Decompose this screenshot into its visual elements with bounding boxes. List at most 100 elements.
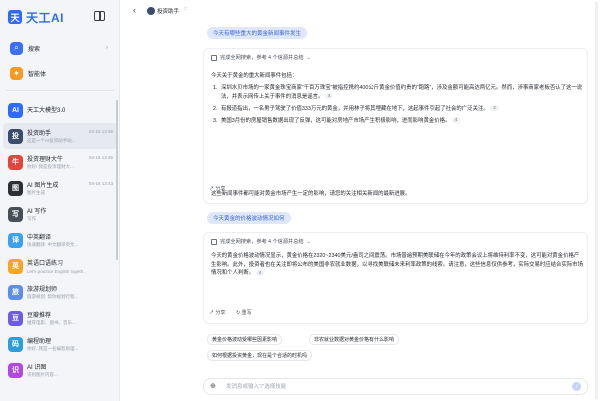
agent-avatar-icon: 写 [8, 206, 23, 222]
message-input[interactable] [226, 379, 556, 394]
quick-agents[interactable]: ✦ 智能体 [6, 63, 114, 83]
history-title: 英语口语练习 [27, 261, 64, 268]
sidebar-history-item[interactable]: 图 AI 图片生成 图片生成 04-16 13:43 [3, 175, 117, 201]
agent-avatar-icon: 码 [8, 336, 23, 352]
history-title: 编程助理 [27, 338, 52, 345]
agent-avatar-icon: 牛 [8, 154, 23, 170]
history-subtitle: 识别图片内容... [27, 372, 58, 378]
suggestion-chip[interactable]: 如何根据投资黄金，现在是个合适的时机吗 [207, 350, 313, 361]
history-text: 天工大模型3.0 [27, 105, 117, 116]
collapse-sidebar-icon[interactable] [94, 11, 105, 21]
history-subtitle: 图片生成 [27, 190, 45, 196]
sidebar-history-item[interactable]: 旅旅游规划师 旅游规划: 帮你规划行程... [3, 279, 117, 305]
history-time: 04-16 13:48 [88, 129, 113, 134]
answer-intro: 今天关于黄金的重大新闻事件包括： [211, 73, 298, 79]
sources-label: 完成全网搜索，参考 4 个信源并总结 [220, 239, 304, 245]
sidebar: 天 天工AI ⌕ 搜索 › ✦ 智能体 AI 天工大模型3.0 投投资助手 这是一个A… [0, 0, 120, 401]
back-icon[interactable]: ‹ [133, 5, 136, 15]
share-button[interactable]: ↗ 分享 [209, 309, 225, 316]
history-list: AI 天工大模型3.0 投投资助手 这是一个AI投资助手助... 04-16 13:48… [3, 97, 117, 383]
logo-mark-icon: 天 [8, 10, 22, 24]
history-title: 豆瓣推荐 [27, 312, 52, 319]
history-subtitle: 快速翻译: 中文翻译英文... [27, 242, 79, 248]
history-title: 旅游规划师 [27, 286, 58, 293]
history-title: 天工大模型3.0 [27, 107, 66, 114]
history-text: 中英翻译 快速翻译: 中文翻译英文... [27, 232, 117, 249]
suggestion-chip[interactable]: 黄金价格波动受哪些因素影响 [207, 334, 283, 345]
main-scrollbar[interactable] [595, 2, 598, 399]
answer-outro: 这些新闻事件都可能对黄金市场产生一定的影响，请您的关注相关新闻的最新进展。 [211, 191, 411, 197]
sidebar-history-item[interactable]: 写 AI 写作 写作 [3, 201, 117, 227]
sidebar-history-item[interactable]: 码编程助理 你好, 我是一名编程助理... [3, 331, 117, 357]
agent-avatar-icon: 图 [8, 180, 23, 196]
user-question-1: 今天有哪些重大的黄金新闻事件发生 [207, 27, 308, 39]
history-text: AI 写作 写作 [27, 206, 117, 223]
sidebar-history-item[interactable]: 豆豆瓣推荐 推荐电影、图书、音乐... [3, 305, 117, 331]
chevron-down-icon: ⌄ [306, 54, 311, 61]
source-tag[interactable]: 4 [324, 93, 334, 100]
sidebar-divider [6, 90, 114, 91]
sources-toggle[interactable]: 完成全网搜索，参考 4 个信源并总结 ⌄ [211, 238, 311, 245]
check-icon [211, 238, 217, 245]
source-tag[interactable]: 4 [451, 117, 461, 124]
chevron-down-icon: ⌄ [306, 238, 311, 245]
list-item: 1. 深圳水贝市场的一家黄金珠宝商家“千百万珠宝”被指控携约400公斤黄金价值约… [211, 84, 583, 101]
suggestion-chip[interactable]: 非农就业数据对黄金价格有什么影响 [309, 334, 400, 345]
sidebar-scrollbar[interactable] [116, 100, 118, 260]
answer-card-2: 完成全网搜索，参考 4 个信源并总结 ⌄ 今天的黄金价格波动情况显示，黄金价格在… [203, 232, 588, 324]
chevron-right-icon: › [106, 45, 108, 51]
history-text: 英语口语练习 Let's practice English togeth... [27, 258, 117, 274]
history-title: AI 识图 [27, 364, 47, 371]
agent-avatar-icon: 投 [8, 128, 23, 144]
history-subtitle: 你好! 我是投资理财大... [27, 164, 74, 170]
source-tag[interactable]: 4 [490, 105, 499, 112]
history-subtitle: 这是一个AI投资助手助... [27, 138, 76, 144]
list-number: 2. [213, 105, 218, 112]
history-title: AI 写作 [27, 208, 47, 215]
sidebar-history-item[interactable]: 英英语口语练习 Let's practice English togeth... [3, 253, 117, 279]
history-subtitle: 写作 [27, 216, 36, 222]
suggestion-label: 黄金价格波动受哪些因素影响 [212, 337, 278, 343]
rewrite-button[interactable]: ↻ 重写 [236, 309, 252, 316]
agent-avatar-icon: 豆 [8, 310, 23, 326]
answer-text: 今天的黄金价格波动情况显示，黄金价格在2320~2340美元/盎司之间震荡。市场… [211, 252, 583, 278]
agent-avatar-icon: AI [8, 102, 23, 118]
agent-avatar-icon: 英 [8, 258, 23, 274]
app-logo[interactable]: 天 天工AI [8, 9, 64, 25]
sidebar-history-item[interactable]: 牛投资理财大牛 你好! 我是投资理财大... 04-16 13:45 [3, 149, 117, 175]
suggestion-label: 如何根据投资黄金，现在是个合适的时机吗 [212, 353, 308, 359]
history-subtitle: 你好, 我是一名编程助理... [27, 346, 79, 352]
history-time: 04-16 13:43 [88, 181, 113, 186]
search-icon: ⌕ [10, 41, 23, 55]
attach-icon[interactable]: ⊕ [210, 382, 216, 390]
list-item-text: 有报道指出，一名男子驾驶了价值333万元的黄金，并用林子将其埋藏在地下，这起事件… [221, 105, 489, 112]
agent-avatar-icon: 识 [8, 362, 23, 378]
history-text: 豆瓣推荐 推荐电影、图书、音乐... [27, 310, 117, 327]
bot-avatar [147, 7, 155, 15]
suggestion-label: 非农就业数据对黄金价格有什么影响 [314, 337, 395, 343]
list-item-text: 深圳水贝市场的一家黄金珠宝商家“千百万珠宝”被指控携约400公斤黄金价值约贵的“… [221, 85, 583, 100]
list-item: 2. 有报道指出，一名男子驾驶了价值333万元的黄金，并用林子将其埋藏在地下，这… [211, 105, 583, 114]
sources-toggle[interactable]: 完成全网搜索，参考 4 个信源并总结 ⌄ [211, 54, 311, 61]
quick-search[interactable]: ⌕ 搜索 › [6, 38, 114, 58]
check-icon [211, 54, 217, 61]
history-text: AI 识图 识别图片内容... [27, 362, 117, 379]
source-tag[interactable]: 4 [255, 269, 265, 276]
sidebar-history-item[interactable]: 投投资助手 这是一个AI投资助手助... 04-16 13:48 [3, 123, 117, 149]
answer-body: 今天的黄金价格波动情况显示，黄金价格在2320~2340美元/盎司之间震荡。市场… [211, 253, 583, 276]
bolt-icon: ✦ [10, 66, 23, 80]
logo-text: 天工AI [26, 10, 65, 25]
history-subtitle: Let's practice English togeth... [27, 268, 87, 274]
agent-avatar-icon: 译 [8, 232, 23, 248]
history-time: 04-16 13:45 [88, 155, 113, 160]
list-item: 3. 美国3月份的房屋销售数据出现了反弹，这可能对房地产市场产生积极影响，进而影… [211, 117, 583, 126]
sidebar-history-item[interactable]: AI 天工大模型3.0 [3, 97, 117, 123]
sidebar-history-item[interactable]: 译中英翻译 快速翻译: 中文翻译英文... [3, 227, 117, 253]
history-subtitle: 旅游规划: 帮你规划行程... [27, 294, 79, 300]
send-button[interactable]: ↑ [572, 382, 581, 391]
quick-agents-label: 智能体 [28, 71, 47, 78]
list-number: 3. [213, 117, 218, 124]
star-icon[interactable]: ☆ [183, 6, 188, 12]
share-button[interactable]: ↗ 分享 [209, 185, 225, 192]
sidebar-history-item[interactable]: 识 AI 识图 识别图片内容... [3, 357, 117, 383]
